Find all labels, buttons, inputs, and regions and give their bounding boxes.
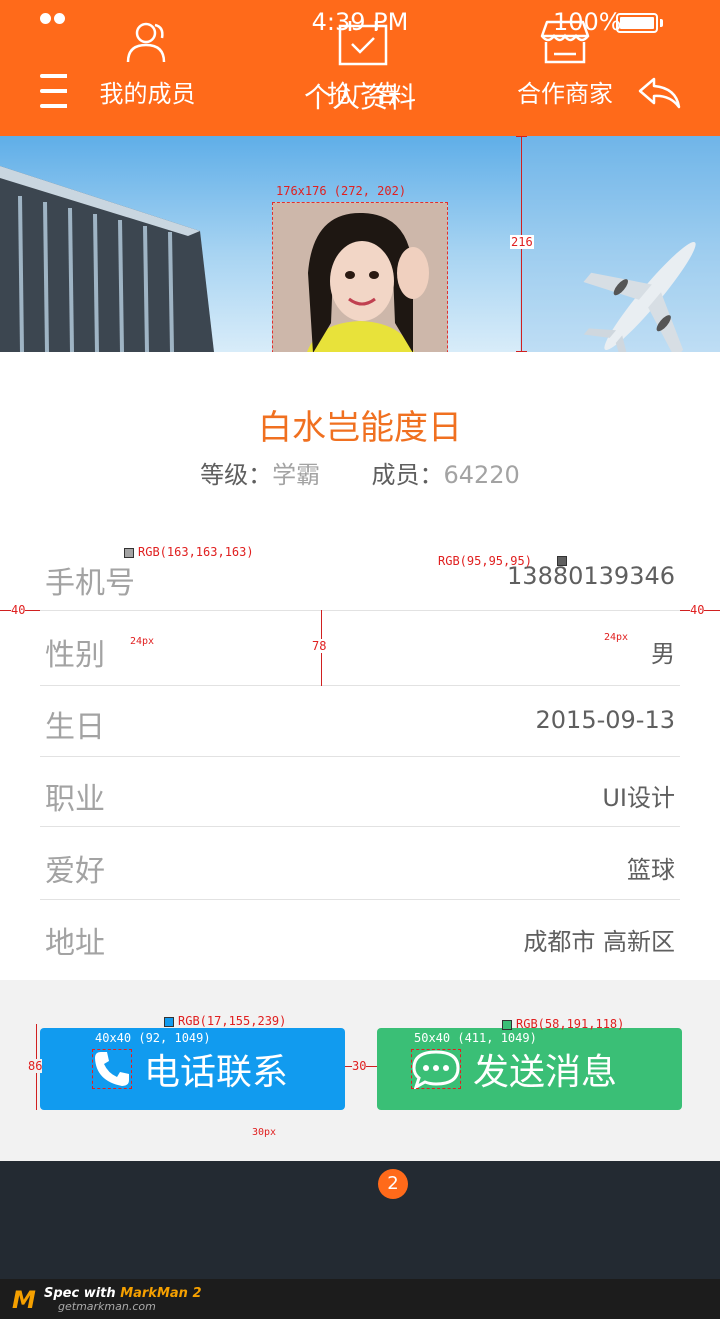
info-label: 地址 (45, 926, 105, 961)
button-height-annotation: 86 (28, 1059, 43, 1073)
send-message-label: 发送消息 (473, 1052, 618, 1093)
markman-watermark: M Spec with MarkMan 2 getmarkman.com (0, 1279, 720, 1319)
divider (40, 899, 680, 900)
store-icon (485, 20, 645, 64)
label-color-annotation: RGB(163,163,163) (124, 545, 254, 559)
info-label: 性别 (45, 638, 105, 673)
info-label: 手机号 (45, 566, 135, 601)
info-label: 生日 (45, 710, 105, 745)
call-icon-spec-annotation: 40x40 (92, 1049) (95, 1031, 211, 1045)
members-label: 成员： (371, 461, 444, 489)
nickname: 白水岂能度日 (258, 408, 462, 448)
avatar-photo (273, 203, 447, 377)
level-value: 学霸 (272, 461, 321, 489)
watermark-url: getmarkman.com (58, 1300, 156, 1313)
divider (40, 826, 680, 827)
call-color-annotation: RGB(17,155,239) (164, 1014, 286, 1028)
avatar-spec-annotation: 176x176 (272, 202) (276, 184, 407, 198)
guide-tick (516, 351, 527, 352)
right-margin-annotation: 40 (690, 603, 705, 617)
msg-color-annotation: RGB(58,191,118) (502, 1017, 624, 1031)
font-size-annotation: 24px (130, 636, 155, 647)
divider (40, 610, 680, 611)
info-row-hobby[interactable]: 爱好 篮球 (40, 830, 680, 902)
info-value: 2015-09-13 (535, 706, 675, 734)
markman-logo-icon: M (12, 1286, 36, 1314)
info-value: 男 (651, 640, 675, 668)
font-size-annotation: 24px (604, 632, 629, 643)
tab-label: 抢广告 (327, 80, 399, 108)
guide-tick (516, 136, 527, 137)
info-value: UI设计 (602, 784, 675, 812)
info-value: 13880139346 (507, 562, 675, 590)
call-icon-bounds (92, 1049, 132, 1089)
msg-icon-spec-annotation: 50x40 (411, 1049) (414, 1031, 537, 1045)
info-value: 成都市 高新区 (523, 928, 675, 956)
info-label: 爱好 (45, 854, 105, 889)
members-icon (67, 20, 228, 64)
value-color-annotation: RGB(95,95,95) (438, 554, 532, 568)
info-row-occupation[interactable]: 职业 UI设计 (40, 758, 680, 830)
profile-meta: 等级：学霸 成员：64220 (0, 455, 720, 490)
tab-label: 我的成员 (99, 80, 196, 108)
info-row-address[interactable]: 地址 成都市 高新区 (40, 902, 680, 974)
info-value: 篮球 (627, 856, 675, 884)
tab-bar (0, 1161, 720, 1279)
info-label: 职业 (45, 782, 105, 817)
banner-height-annotation: 216 (510, 235, 534, 249)
tab-grab-ads[interactable]: 抢广告 (283, 0, 443, 118)
tab-partner-merchants[interactable]: 合作商家 (485, 0, 645, 118)
call-button-label: 电话联系 (144, 1052, 289, 1093)
left-margin-annotation: 40 (11, 603, 26, 617)
members-value: 64220 (443, 461, 520, 489)
watermark-text: Spec with MarkMan 2 (44, 1286, 202, 1301)
notification-badge: 2 (378, 1169, 408, 1199)
button-gap-annotation: 30 (352, 1059, 367, 1073)
divider (40, 756, 680, 757)
tab-label: 合作商家 (517, 80, 613, 108)
msg-icon-bounds (411, 1049, 461, 1089)
info-row-birthday[interactable]: 生日 2015-09-13 (40, 686, 680, 758)
row-height-annotation: 78 (312, 639, 327, 653)
battery-tip (660, 19, 663, 27)
value-color-swatch (557, 556, 567, 566)
info-row-gender[interactable]: 性别 男 (40, 614, 680, 686)
calendar-check-icon (283, 20, 443, 66)
level-label: 等级： (200, 461, 273, 489)
button-font-annotation: 30px (252, 1127, 277, 1138)
tab-my-members[interactable]: 我的成员 (67, 0, 228, 118)
